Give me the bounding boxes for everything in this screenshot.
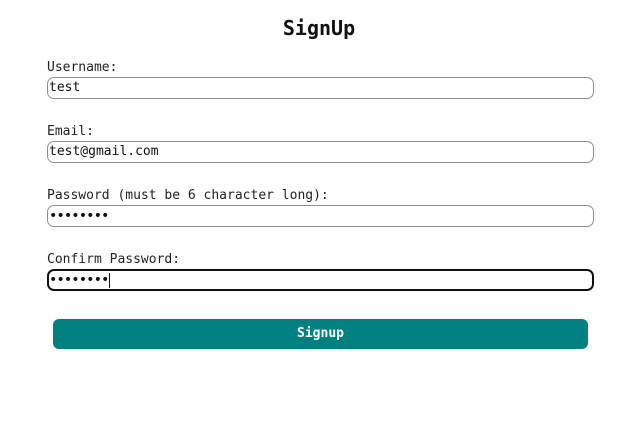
password-label: Password (must be 6 character long): (47, 188, 329, 203)
confirm-password-field-group: Confirm Password: •••••••• (47, 251, 594, 315)
email-value: test@gmail.com (49, 144, 159, 159)
confirm-password-label: Confirm Password: (47, 252, 181, 267)
page-title: SignUp (282, 16, 356, 40)
username-value: test (49, 80, 81, 95)
username-field-group: Username: test (47, 59, 594, 123)
confirm-password-input[interactable]: •••••••• (47, 269, 594, 291)
confirm-password-value: •••••••• (49, 272, 109, 288)
email-field-group: Email: test@gmail.com (47, 123, 594, 187)
signup-button[interactable]: Signup (53, 319, 588, 349)
username-label: Username: (47, 60, 118, 75)
password-field-group: Password (must be 6 character long): •••… (47, 187, 594, 251)
password-input[interactable]: •••••••• (47, 205, 594, 227)
text-caret (109, 273, 111, 288)
signup-form: Username: test Email: test@gmail.com Pas… (47, 59, 594, 315)
email-input[interactable]: test@gmail.com (47, 141, 594, 163)
password-value: •••••••• (49, 208, 109, 224)
email-label: Email: (47, 124, 94, 139)
username-input[interactable]: test (47, 77, 594, 99)
